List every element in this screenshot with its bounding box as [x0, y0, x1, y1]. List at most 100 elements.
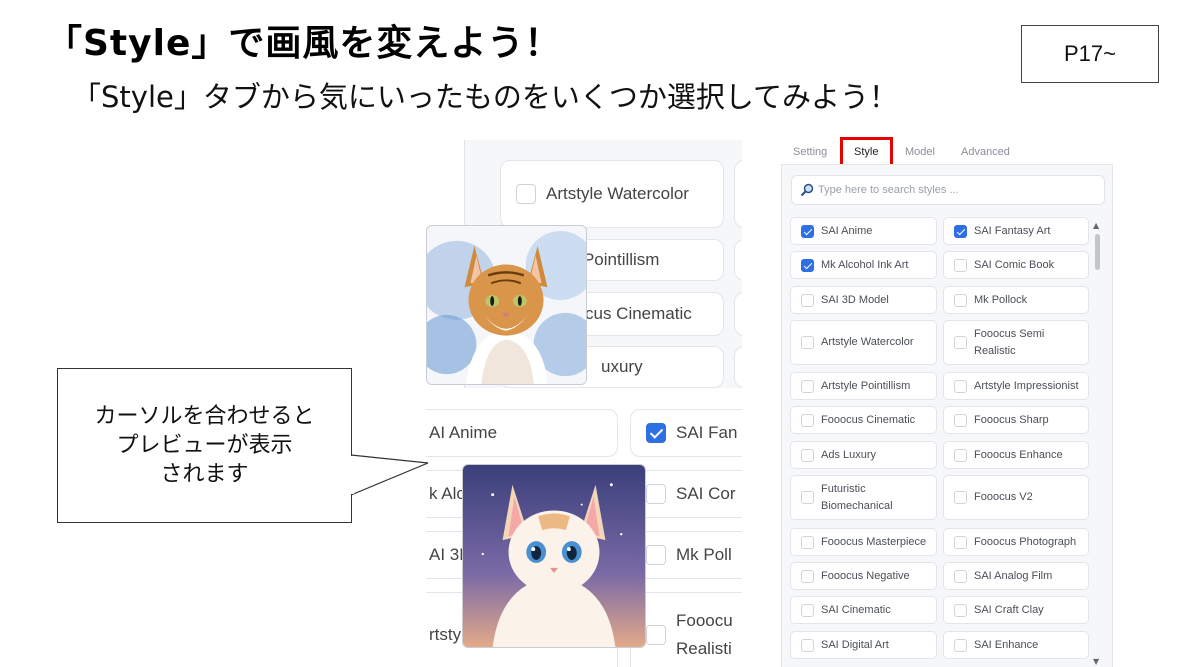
style-checkbox[interactable] — [801, 413, 814, 427]
style-checkbox[interactable] — [954, 413, 967, 427]
style-option[interactable]: Mk Alcohol Ink Art — [790, 251, 937, 279]
style-option[interactable]: Artstyle Pointillism — [790, 372, 937, 400]
style-option-label: Artstyle Impressionist — [974, 379, 1079, 392]
callout-line: カーソルを合わせると — [94, 404, 315, 429]
style-option-label: Fooocus Negative — [821, 569, 910, 582]
style-option[interactable]: SAI Anime — [790, 217, 937, 245]
style-option-label: Ads Luxury — [821, 448, 877, 461]
zoom-style-sai-fantasy[interactable]: SAI Fan — [630, 409, 742, 457]
tab-setting[interactable]: Setting — [793, 146, 827, 158]
style-option-label: SAI Cinematic — [821, 603, 891, 616]
style-option[interactable]: Fooocus Sharp — [943, 406, 1089, 434]
style-checkbox[interactable] — [954, 491, 967, 504]
style-option[interactable]: Fooocus Cinematic — [790, 406, 937, 434]
style-checkbox[interactable] — [954, 448, 967, 462]
tab-style[interactable]: Style — [854, 146, 878, 158]
style-option[interactable]: SAI Cinematic — [790, 596, 937, 624]
style-option-label: Artstyle Pointillism — [821, 379, 911, 392]
style-option-label: SAI Digital Art — [821, 638, 889, 651]
style-option[interactable]: Fooocus Negative — [790, 562, 937, 590]
style-checkbox-checked[interactable] — [801, 258, 814, 272]
style-option[interactable]: Fooocus Semi Realistic — [943, 320, 1089, 365]
tab-bar: Setting Style Model Advanced — [781, 140, 1121, 167]
style-checkbox[interactable] — [801, 603, 814, 617]
style-option-label: Fooocus Masterpiece — [821, 535, 927, 548]
zoom-style-edge — [734, 292, 742, 336]
style-checkbox[interactable] — [801, 491, 814, 504]
zoom-checkbox[interactable] — [646, 484, 666, 504]
style-option[interactable]: SAI Enhance — [943, 631, 1089, 659]
style-checkbox[interactable] — [954, 379, 967, 393]
style-option-label: Fooocus V2 — [974, 491, 1033, 503]
zoom-style-semi-realistic[interactable]: Fooocu Realisti — [630, 592, 742, 667]
style-checkbox[interactable] — [801, 293, 814, 307]
style-checkbox[interactable] — [801, 448, 814, 462]
style-option-label: Artstyle Watercolor — [821, 336, 914, 348]
style-checkbox[interactable] — [801, 638, 814, 652]
style-checkbox[interactable] — [801, 569, 814, 583]
tab-advanced[interactable]: Advanced — [961, 146, 1010, 158]
zoom-checkbox[interactable] — [516, 184, 536, 204]
style-option-label: Fooocus Cinematic — [821, 413, 916, 426]
scroll-up-arrow-icon[interactable]: ▲ — [1093, 222, 1099, 230]
style-checkbox-checked[interactable] — [801, 224, 814, 238]
fantasy-cat-image — [463, 465, 645, 647]
scroll-down-arrow-icon[interactable]: ▼ — [1093, 658, 1099, 666]
search-icon — [800, 183, 814, 197]
style-checkbox[interactable] — [954, 535, 967, 549]
style-option-label: SAI Anime — [821, 224, 873, 237]
zoom-checkbox[interactable] — [646, 545, 666, 565]
callout-line: プレビューが表示 — [116, 433, 293, 458]
style-checkbox[interactable] — [954, 293, 967, 307]
style-option[interactable]: SAI Comic Book — [943, 251, 1089, 279]
style-checkbox[interactable] — [954, 638, 967, 652]
zoom-style-comic[interactable]: SAI Cor — [630, 470, 742, 518]
style-option[interactable]: SAI Fantasy Art — [943, 217, 1089, 245]
style-checkbox[interactable] — [954, 336, 967, 349]
style-search-box[interactable] — [791, 175, 1105, 205]
fantasy-cat-preview — [462, 464, 646, 648]
zoom-style-edge — [734, 239, 742, 281]
style-option-label: SAI Comic Book — [974, 258, 1055, 271]
zoom-style-edge — [734, 346, 742, 388]
style-option-label: SAI Fantasy Art — [974, 224, 1051, 237]
style-checkbox-checked[interactable] — [954, 224, 967, 238]
zoom-style-sai-anime[interactable]: AI Anime — [426, 409, 618, 457]
style-option-label: Fooocus Photograph — [974, 535, 1077, 548]
style-checkbox[interactable] — [801, 379, 814, 393]
zoom-style-label: Mk Poll — [676, 545, 732, 564]
style-option[interactable]: Artstyle Impressionist — [943, 372, 1089, 400]
zoom-style-edge — [734, 160, 742, 228]
style-checkbox[interactable] — [954, 569, 967, 583]
style-option[interactable]: Futuristic Biomechanical — [790, 475, 937, 520]
style-option-label: SAI Enhance — [974, 638, 1039, 651]
zoom-style-label: AI Anime — [429, 423, 498, 442]
style-option[interactable]: SAI Analog Film — [943, 562, 1089, 590]
style-option[interactable]: SAI 3D Model — [790, 286, 937, 314]
scroll-thumb[interactable] — [1095, 234, 1100, 270]
style-checkbox[interactable] — [801, 535, 814, 549]
style-scrollbar[interactable]: ▲ ▼ — [1092, 222, 1102, 667]
style-checkbox[interactable] — [954, 258, 967, 272]
style-option[interactable]: Artstyle Watercolor — [790, 320, 937, 365]
zoom-style-pollock[interactable]: Mk Poll — [630, 531, 742, 579]
zoom-style-artstyle-watercolor[interactable]: Artstyle Watercolor — [500, 160, 724, 228]
style-checkbox[interactable] — [954, 603, 967, 617]
slide-title: 「Style」で画風を変えよう！ — [46, 23, 562, 64]
style-option-label: SAI 3D Model — [821, 293, 889, 306]
style-option[interactable]: SAI Craft Clay — [943, 596, 1089, 624]
zoom-checkbox-checked[interactable] — [646, 423, 666, 443]
style-option[interactable]: Ads Luxury — [790, 441, 937, 469]
style-option[interactable]: Fooocus V2 — [943, 475, 1089, 520]
style-option[interactable]: Fooocus Enhance — [943, 441, 1089, 469]
style-option[interactable]: SAI Digital Art — [790, 631, 937, 659]
style-option[interactable]: Fooocus Photograph — [943, 528, 1089, 556]
zoom-checkbox[interactable] — [646, 625, 666, 645]
style-checkbox[interactable] — [801, 336, 814, 349]
style-option-label: SAI Analog Film — [974, 569, 1053, 582]
style-option[interactable]: Mk Pollock — [943, 286, 1089, 314]
style-option[interactable]: Fooocus Masterpiece — [790, 528, 937, 556]
tab-model[interactable]: Model — [905, 146, 935, 158]
search-input[interactable] — [818, 184, 1098, 196]
style-option-label: Fooocus Enhance — [974, 448, 1063, 461]
